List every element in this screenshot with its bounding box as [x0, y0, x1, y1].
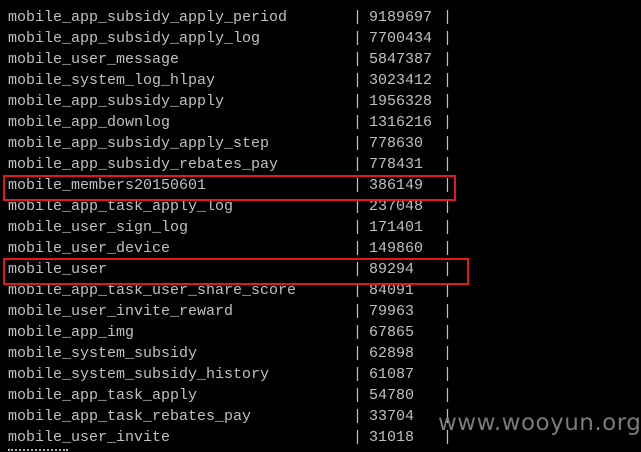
row-count-cell: 778630	[369, 135, 424, 152]
table-name-cell: mobile_user_device	[8, 240, 171, 257]
column-separator: |	[353, 30, 363, 47]
table-row: mobile_app_subsidy_rebates_pay | 778431 |	[0, 154, 641, 175]
column-separator: |	[443, 240, 453, 257]
row-count-cell: 149860	[369, 240, 424, 257]
column-separator: |	[353, 408, 363, 425]
column-separator: |	[353, 135, 363, 152]
column-separator: |	[353, 345, 363, 362]
column-separator: |	[443, 51, 453, 68]
column-separator: |	[443, 219, 453, 236]
watermark: www.wooyun.org	[438, 410, 641, 436]
table-row: mobile_user_message | 5847387 |	[0, 49, 641, 70]
column-separator: |	[353, 219, 363, 236]
column-separator: |	[353, 93, 363, 110]
row-count-cell: 33704	[369, 408, 415, 425]
column-separator: |	[443, 366, 453, 383]
table-name-cell: mobile_app_subsidy_apply_log	[8, 30, 261, 47]
column-separator: |	[443, 345, 453, 362]
table-name-cell: mobile_user_message	[8, 51, 180, 68]
row-count-cell: 778431	[369, 156, 424, 173]
table-row: mobile_app_subsidy_apply | 1956328 |	[0, 91, 641, 112]
table-name-cell: mobile_system_subsidy_history	[8, 366, 270, 383]
table-row: mobile_app_task_apply | 54780 |	[0, 385, 641, 406]
column-separator: |	[443, 30, 453, 47]
column-separator: |	[353, 9, 363, 26]
row-count-cell: 79963	[369, 303, 415, 320]
table-name-cell: mobile_user_invite_reward	[8, 303, 234, 320]
row-count-cell: 62898	[369, 345, 415, 362]
table-row: mobile_app_subsidy_apply_step | 778630 |	[0, 133, 641, 154]
column-separator: |	[353, 114, 363, 131]
table-name-cell: mobile_system_log_hlpay	[8, 72, 216, 89]
column-separator: |	[443, 72, 453, 89]
column-separator: |	[353, 387, 363, 404]
terminal-window: mobile_app_subsidy_apply_period | 9189697 |…	[0, 0, 641, 452]
table-row: mobile_user_invite_reward | 79963 |	[0, 301, 641, 322]
row-count-cell: 31018	[369, 429, 415, 446]
table-row: mobile_app_downlog | 1316216 |	[0, 112, 641, 133]
row-count-cell: 67865	[369, 324, 415, 341]
row-count-cell: 9189697	[369, 9, 433, 26]
table-name-cell: mobile_app_img	[8, 324, 135, 341]
column-separator: |	[443, 93, 453, 110]
table-name-cell: mobile_app_subsidy_apply	[8, 93, 225, 110]
column-separator: |	[353, 429, 363, 446]
table-name-cell: mobile_app_subsidy_apply_step	[8, 135, 270, 152]
row-count-cell: 1316216	[369, 114, 433, 131]
row-count-cell: 1956328	[369, 93, 433, 110]
row-count-cell: 54780	[369, 387, 415, 404]
table-row: mobile_app_subsidy_apply_log | 7700434 |	[0, 28, 641, 49]
column-separator: |	[443, 324, 453, 341]
table-name-cell: mobile_app_downlog	[8, 114, 171, 131]
column-separator: |	[353, 366, 363, 383]
table-name-cell: mobile_app_task_rebates_pay	[8, 408, 252, 425]
table-name-cell: mobile_system_subsidy	[8, 345, 198, 362]
row-count-cell: 171401	[369, 219, 424, 236]
table-name-cell: mobile_app_subsidy_apply_period	[8, 9, 288, 26]
highlight-box-members	[3, 175, 456, 201]
column-separator: |	[353, 51, 363, 68]
column-separator: |	[443, 114, 453, 131]
table-row: mobile_app_subsidy_apply_period | 9189697 |	[0, 7, 641, 28]
table-row: mobile_user_sign_log | 171401 |	[0, 217, 641, 238]
column-separator: |	[353, 156, 363, 173]
column-separator: |	[353, 240, 363, 257]
table-name-cell: mobile_user_invite	[8, 429, 171, 446]
row-count-cell: 3023412	[369, 72, 433, 89]
table-row: mobile_system_subsidy_history | 61087 |	[0, 364, 641, 385]
highlight-box-user	[3, 258, 469, 285]
table-row: mobile_user_device | 149860 |	[0, 238, 641, 259]
column-separator: |	[443, 387, 453, 404]
column-separator: |	[443, 9, 453, 26]
table-row: mobile_system_subsidy | 62898 |	[0, 343, 641, 364]
column-separator: |	[353, 303, 363, 320]
table-row: mobile_app_img | 67865 |	[0, 322, 641, 343]
column-separator: |	[443, 303, 453, 320]
row-count-cell: 5847387	[369, 51, 433, 68]
column-separator: |	[353, 324, 363, 341]
table-name-cell: mobile_app_task_apply	[8, 387, 198, 404]
clipped-previous-row	[0, 0, 641, 4]
row-count-cell: 7700434	[369, 30, 433, 47]
table-name-cell: mobile_app_subsidy_rebates_pay	[8, 156, 279, 173]
column-separator: |	[443, 135, 453, 152]
row-count-cell: 61087	[369, 366, 415, 383]
column-separator: |	[353, 72, 363, 89]
clipped-next-row	[8, 446, 98, 452]
table-name-cell: mobile_user_sign_log	[8, 219, 189, 236]
column-separator: |	[443, 156, 453, 173]
table-row: mobile_system_log_hlpay | 3023412 |	[0, 70, 641, 91]
